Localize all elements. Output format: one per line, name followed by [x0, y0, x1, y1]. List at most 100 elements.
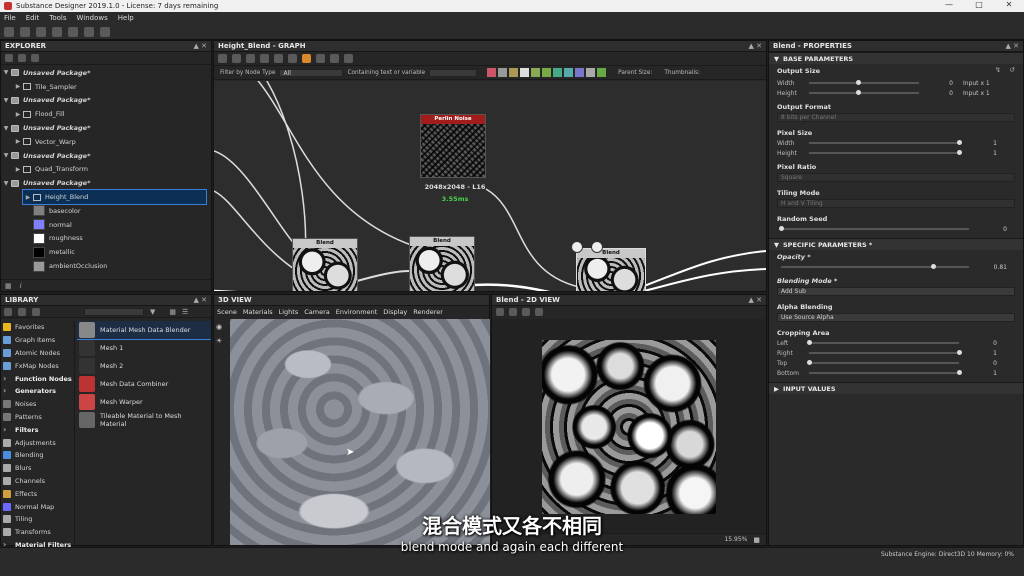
library-result-item[interactable]: Mesh 1	[77, 339, 211, 357]
filter-svg-icon[interactable]	[597, 68, 607, 77]
filter-levels-icon[interactable]	[553, 68, 563, 77]
filter-function-icon[interactable]	[509, 68, 519, 77]
chevron-right-icon[interactable]: ▶	[13, 166, 23, 173]
save-icon[interactable]	[509, 308, 517, 316]
output-row[interactable]: ambientOcclusion	[1, 259, 211, 273]
slider-knob[interactable]	[778, 226, 784, 231]
slider-knob[interactable]	[956, 150, 962, 155]
output-row[interactable]: basecolor	[1, 204, 211, 218]
library-category[interactable]: Favorites	[1, 321, 74, 334]
snap-icon[interactable]	[344, 54, 353, 63]
chevron-right-icon[interactable]: ▶	[23, 194, 33, 201]
graph-row[interactable]: ▶ Tile_Sampler	[1, 80, 211, 94]
opacity-slider[interactable]	[781, 264, 969, 269]
align-icon[interactable]	[288, 54, 297, 63]
filter-icon[interactable]: ▼	[150, 308, 155, 316]
package-row[interactable]: ▼ Unsaved Package*	[1, 176, 211, 190]
specific-parameters-header[interactable]: ▼ SPECIFIC PARAMETERS *	[769, 238, 1023, 250]
library-category[interactable]: Graph Items	[1, 334, 74, 347]
library-category[interactable]: Blurs	[1, 462, 74, 475]
pixel-width-slider[interactable]	[809, 140, 962, 145]
3d-menu-display[interactable]: Display	[383, 308, 407, 316]
pin-icon[interactable]: ▲ ✕	[194, 42, 207, 50]
chevron-down-icon[interactable]: ▼	[1, 69, 11, 76]
library-result-item[interactable]: Mesh Data Combiner	[77, 375, 211, 393]
random-seed-slider[interactable]	[778, 226, 969, 231]
output-icon[interactable]	[571, 241, 583, 253]
output-width-slider[interactable]	[809, 80, 919, 85]
pan-icon[interactable]	[232, 54, 241, 63]
grid-view-icon[interactable]: ▦	[169, 308, 176, 316]
list-icon[interactable]: ☰	[182, 308, 188, 316]
library-result-item[interactable]: Mesh 2	[77, 357, 211, 375]
chevron-down-icon[interactable]: ▼	[1, 152, 11, 159]
camera-icon[interactable]: ◉	[216, 323, 226, 331]
blend-node-1[interactable]: Blend	[292, 238, 358, 291]
filter-text-icon[interactable]	[586, 68, 596, 77]
library-category[interactable]: › Function Nodes	[1, 372, 74, 385]
filter-dropdown[interactable]: All	[279, 68, 344, 77]
output-format-dropdown[interactable]: 8 bits per Channel	[777, 113, 1015, 122]
new-folder-icon[interactable]	[18, 307, 26, 316]
close-icon[interactable]: ✕	[994, 0, 1024, 9]
chevron-down-icon[interactable]: ▼	[1, 180, 11, 187]
package-row[interactable]: ▼ Unsaved Package*	[1, 121, 211, 135]
chevron-right-icon[interactable]: ▶	[13, 111, 23, 118]
slider-knob[interactable]	[956, 140, 962, 145]
info-icon[interactable]: i	[20, 282, 22, 290]
package-row[interactable]: ▼ Unsaved Package*	[1, 149, 211, 163]
new-graph-icon[interactable]	[20, 26, 30, 37]
new-package-icon[interactable]	[4, 26, 14, 37]
library-category[interactable]: Effects	[1, 487, 74, 500]
slider-knob[interactable]	[956, 350, 962, 355]
slider-knob[interactable]	[956, 370, 962, 375]
filter-uniform-icon[interactable]	[520, 68, 530, 77]
library-category[interactable]: Atomic Nodes	[1, 347, 74, 360]
info-icon[interactable]	[260, 54, 269, 63]
filter-color-icon[interactable]	[487, 68, 497, 77]
library-category[interactable]: Channels	[1, 475, 74, 488]
filter-transform-icon[interactable]	[531, 68, 541, 77]
graph-canvas[interactable]: Perlin Noise 2048x2048 - L16 3.55ms Blen…	[214, 81, 766, 291]
3d-menu-materials[interactable]: Materials	[243, 308, 273, 316]
list-view-icon[interactable]	[4, 307, 12, 316]
filter-gray-icon[interactable]	[498, 68, 508, 77]
edit-icon[interactable]	[32, 307, 40, 316]
menu-edit[interactable]: Edit	[26, 14, 40, 22]
slider-knob[interactable]	[806, 360, 812, 365]
save-icon[interactable]	[31, 54, 39, 62]
menu-file[interactable]: File	[4, 14, 16, 22]
library-result-item[interactable]: Material Mesh Data Blender	[77, 321, 211, 340]
blending-mode-dropdown[interactable]: Add Sub	[777, 287, 1015, 296]
light-icon[interactable]: ☀	[216, 337, 226, 345]
slider-knob[interactable]	[930, 264, 936, 269]
base-parameters-header[interactable]: ▼ BASE PARAMETERS	[769, 52, 1023, 64]
pin-icon[interactable]: ▲ ✕	[194, 296, 207, 304]
tiling-mode-dropdown[interactable]: H and V Tiling	[777, 199, 1015, 208]
library-category[interactable]: Blending	[1, 449, 74, 462]
pin-icon[interactable]: ▲ ✕	[1006, 42, 1019, 50]
menu-help[interactable]: Help	[118, 14, 134, 22]
input-values-header[interactable]: ▶ INPUT VALUES	[769, 382, 1023, 394]
library-category[interactable]: Noises	[1, 398, 74, 411]
filter-normal-icon[interactable]	[564, 68, 574, 77]
3d-menu-lights[interactable]: Lights	[279, 308, 299, 316]
open-folder-icon[interactable]	[18, 54, 26, 62]
chevron-right-icon[interactable]: ▶	[13, 138, 23, 145]
output-row[interactable]: normal	[1, 218, 211, 232]
perlin-noise-node[interactable]: Perlin Noise	[420, 114, 486, 178]
pin-icon[interactable]: ▲ ✕	[749, 42, 762, 50]
chevron-right-icon[interactable]: ▶	[13, 83, 23, 90]
package-row[interactable]: ▼ Unsaved Package*	[1, 66, 211, 80]
graph-row[interactable]: ▶ Quad_Transform	[1, 163, 211, 177]
channels-icon[interactable]	[535, 308, 543, 316]
pixel-height-slider[interactable]	[809, 150, 962, 155]
library-search-input[interactable]	[84, 307, 144, 316]
menu-windows[interactable]: Windows	[77, 14, 108, 22]
frame-icon[interactable]	[246, 54, 255, 63]
filter-warp-icon[interactable]	[575, 68, 585, 77]
maximize-icon[interactable]: □	[964, 0, 994, 9]
cropping-slider[interactable]	[809, 350, 962, 355]
reset-icon[interactable]: ↺	[1009, 66, 1015, 74]
output-row[interactable]: metallic	[1, 245, 211, 259]
